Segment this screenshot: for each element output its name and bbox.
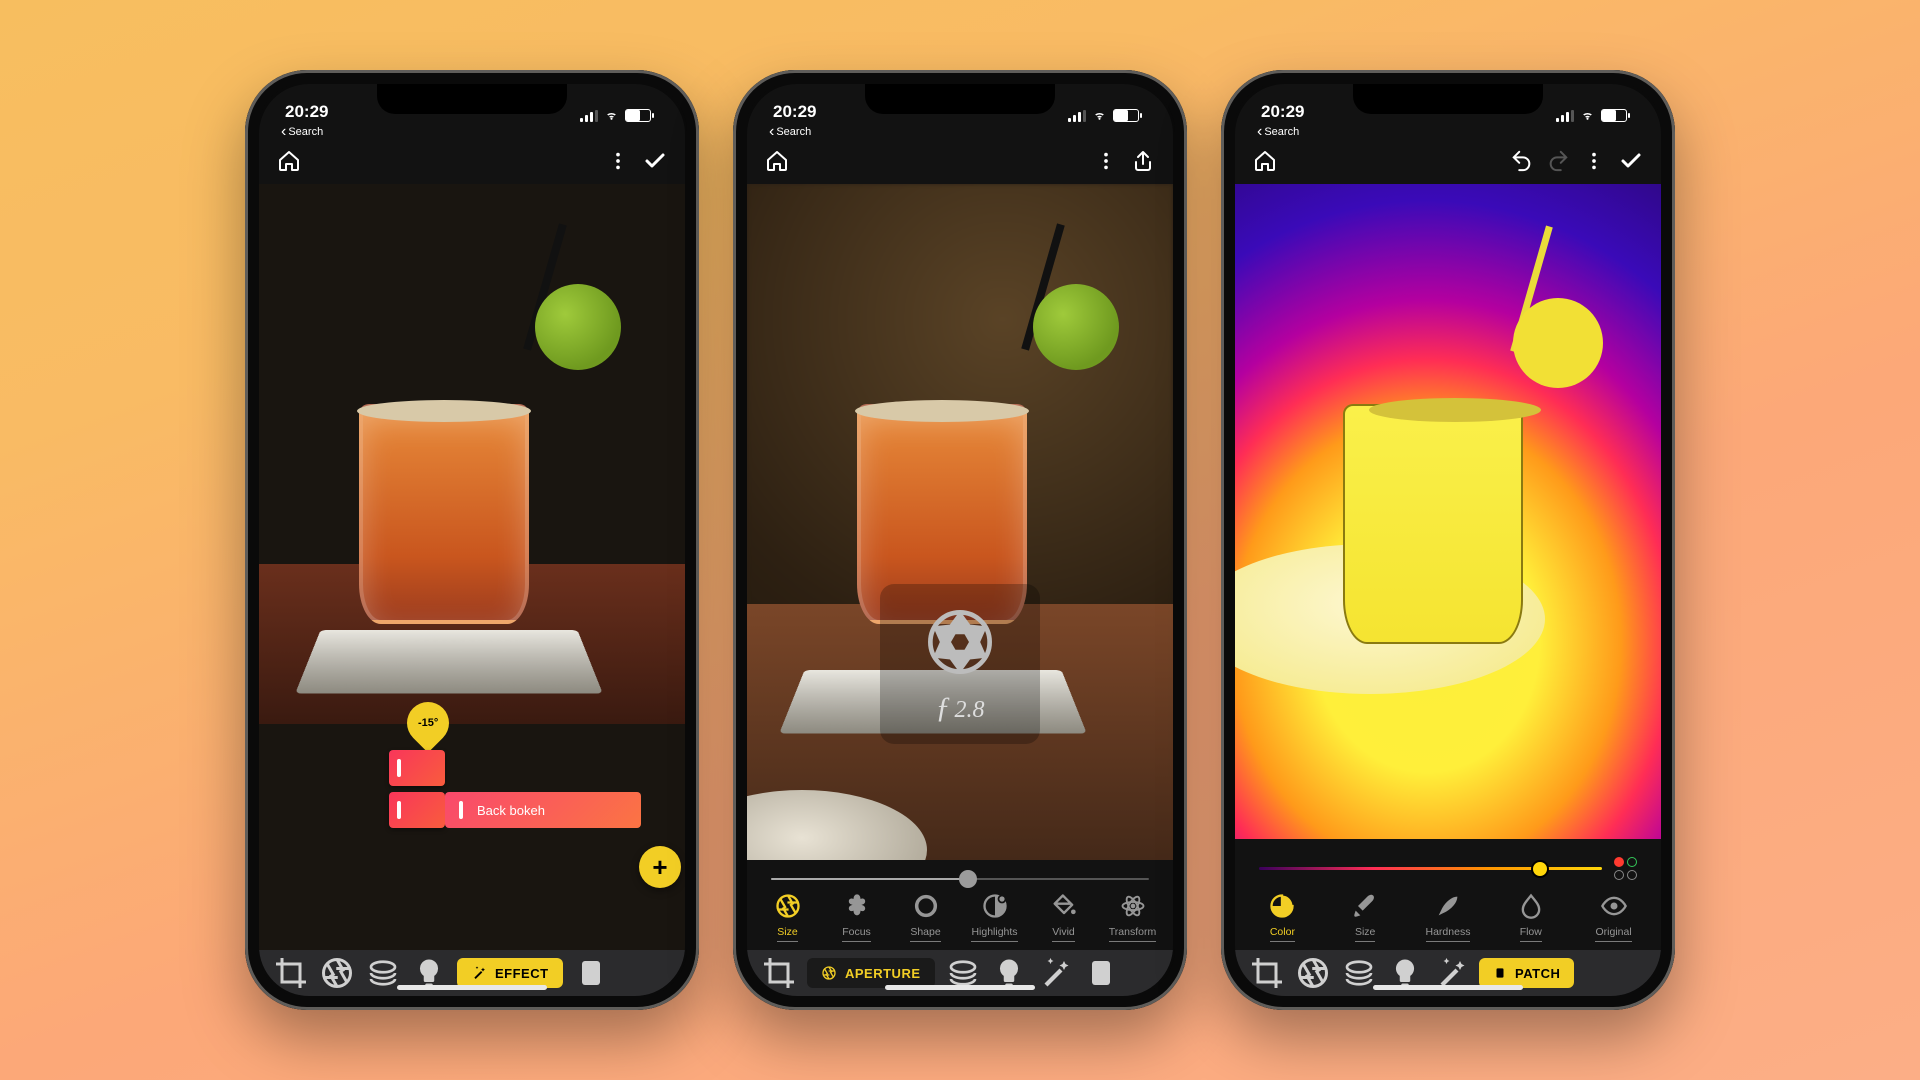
nav-bar [1235, 138, 1661, 184]
aperture-overlay: ƒ2.8 [880, 584, 1040, 744]
wand-icon[interactable] [1037, 955, 1073, 991]
back-to-search[interactable]: Search [1235, 124, 1661, 138]
patch-tool-row: Color Size Hardness Flow Original [1235, 886, 1661, 950]
nav-bar [747, 138, 1173, 184]
patch-icon[interactable] [1083, 955, 1119, 991]
wifi-icon [1091, 109, 1108, 122]
home-icon[interactable] [765, 149, 789, 173]
signal-icon [580, 110, 598, 122]
patch-pill[interactable]: PATCH [1479, 958, 1574, 988]
wifi-icon [1579, 109, 1596, 122]
redo-icon[interactable] [1547, 150, 1569, 172]
tool-highlights[interactable]: Highlights [964, 892, 1026, 942]
share-icon[interactable] [1131, 149, 1155, 173]
aperture-icon[interactable] [319, 955, 355, 991]
aperture-large-icon [921, 603, 999, 681]
crop-icon[interactable] [761, 955, 797, 991]
tool-size[interactable]: Size [757, 892, 819, 942]
tool-vivid[interactable]: Vivid [1033, 892, 1095, 942]
signal-icon [1068, 110, 1086, 122]
home-indicator[interactable] [885, 985, 1035, 990]
status-time: 20:29 [285, 102, 328, 122]
confirm-icon[interactable] [643, 149, 667, 173]
notch [865, 84, 1055, 114]
layers-icon[interactable] [1341, 955, 1377, 991]
tool-flow[interactable]: Flow [1500, 892, 1562, 942]
confirm-icon[interactable] [1619, 149, 1643, 173]
back-to-search[interactable]: Search [747, 124, 1173, 138]
phone-effect: 20:29 Search -15° [245, 70, 699, 1010]
tool-original[interactable]: Original [1583, 892, 1645, 942]
photo-canvas[interactable] [1235, 184, 1661, 839]
signal-icon [1556, 110, 1574, 122]
patch-icon[interactable] [573, 955, 609, 991]
phone-aperture: 20:29 Search [733, 70, 1187, 1010]
layers-icon[interactable] [365, 955, 401, 991]
crop-icon[interactable] [273, 955, 309, 991]
battery-icon [1113, 109, 1139, 122]
battery-icon [1601, 109, 1627, 122]
tool-transform[interactable]: Transform [1102, 892, 1164, 942]
notch [377, 84, 567, 114]
battery-icon [625, 109, 651, 122]
home-icon[interactable] [277, 149, 301, 173]
aperture-tool-row: SizeFocusShapeHighlightsVividTransform [747, 886, 1173, 950]
tool-color[interactable]: Color [1251, 892, 1313, 942]
more-icon[interactable] [607, 150, 629, 172]
more-icon[interactable] [1583, 150, 1605, 172]
undo-icon[interactable] [1511, 150, 1533, 172]
effect-back-bokeh[interactable]: Back bokeh [445, 792, 641, 828]
color-slider[interactable] [1235, 839, 1661, 886]
aperture-icon[interactable] [1295, 955, 1331, 991]
more-icon[interactable] [1095, 150, 1117, 172]
color-preset-dots[interactable] [1614, 857, 1637, 880]
add-effect-button[interactable]: + [639, 846, 681, 888]
photo-canvas[interactable]: -15° Back bokeh + [259, 184, 685, 950]
phone-patch: 20:29 Search [1221, 70, 1675, 1010]
nav-bar [259, 138, 685, 184]
tool-hardness[interactable]: Hardness [1417, 892, 1479, 942]
wifi-icon [603, 109, 620, 122]
effect-tile-2[interactable] [389, 792, 445, 828]
aperture-pill[interactable]: APERTURE [807, 958, 935, 988]
back-to-search[interactable]: Search [259, 124, 685, 138]
home-icon[interactable] [1253, 149, 1277, 173]
tool-focus[interactable]: Focus [826, 892, 888, 942]
photo-canvas[interactable]: ƒ2.8 [747, 184, 1173, 860]
aperture-slider[interactable] [747, 860, 1173, 886]
status-time: 20:29 [1261, 102, 1304, 122]
crop-icon[interactable] [1249, 955, 1285, 991]
status-time: 20:29 [773, 102, 816, 122]
tool-size[interactable]: Size [1334, 892, 1396, 942]
effect-tile-1[interactable] [389, 750, 445, 786]
home-indicator[interactable] [397, 985, 547, 990]
home-indicator[interactable] [1373, 985, 1523, 990]
notch [1353, 84, 1543, 114]
effect-pill[interactable]: EFFECT [457, 958, 563, 988]
tool-shape[interactable]: Shape [895, 892, 957, 942]
angle-indicator[interactable]: -15° [407, 702, 449, 752]
